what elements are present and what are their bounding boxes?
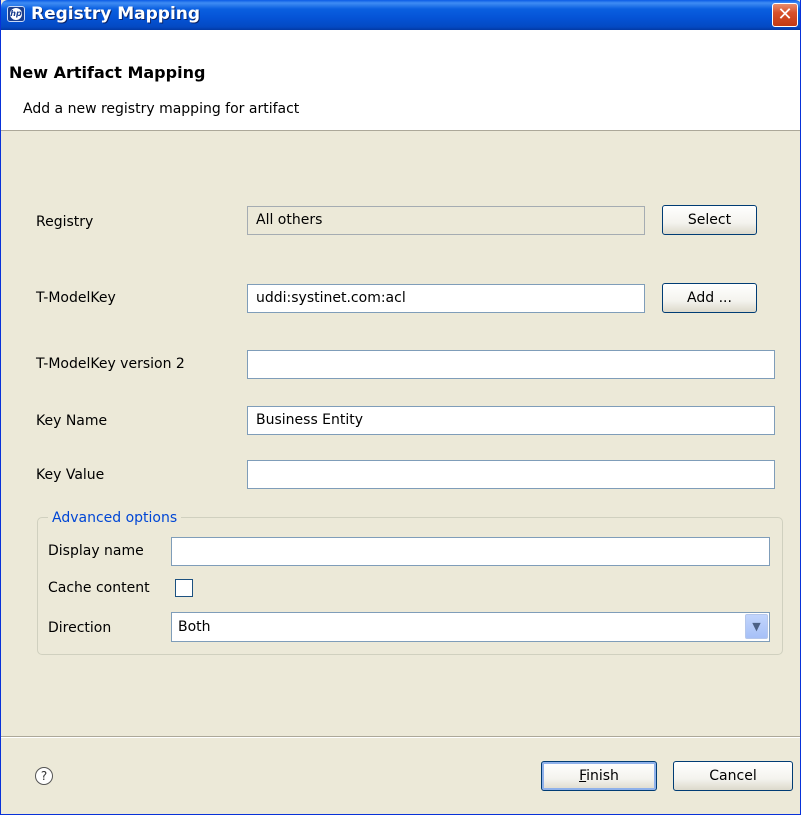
display-name-label: Display name — [48, 543, 144, 559]
direction-select[interactable]: Both — [171, 612, 770, 642]
hp-logo-icon: hp — [7, 6, 25, 22]
cache-content-label: Cache content — [48, 580, 150, 596]
advanced-options-legend: Advanced options — [48, 510, 182, 526]
tmodelkey-input[interactable]: uddi:systinet.com:acl — [247, 284, 645, 313]
finish-button[interactable]: Finish — [541, 761, 657, 791]
registry-label: Registry — [36, 214, 94, 230]
close-icon: ✕ — [777, 4, 793, 25]
key-value-input[interactable] — [247, 460, 775, 489]
select-button[interactable]: Select — [662, 205, 757, 235]
display-name-input[interactable] — [171, 537, 770, 566]
key-name-label: Key Name — [36, 413, 108, 429]
window-title: Registry Mapping — [31, 4, 201, 24]
close-button[interactable]: ✕ — [772, 3, 798, 27]
tmodelkey-v2-label: T-ModelKey version 2 — [36, 356, 185, 372]
footer-separator — [1, 736, 800, 738]
dialog-header: New Artifact Mapping Add a new registry … — [1, 30, 800, 131]
tmodelkey-label: T-ModelKey — [36, 290, 116, 306]
registry-field: All others — [247, 206, 645, 235]
key-value-label: Key Value — [36, 467, 105, 483]
cache-content-checkbox[interactable] — [175, 579, 193, 597]
help-icon[interactable]: ? — [35, 767, 53, 785]
title-bar[interactable]: hp Registry Mapping ✕ — [1, 0, 800, 30]
chevron-down-icon[interactable]: ▼ — [745, 614, 768, 639]
direction-value: Both — [178, 619, 211, 635]
finish-label: inish — [586, 768, 619, 784]
add-tmodelkey-button[interactable]: Add ... — [662, 283, 757, 313]
key-name-input[interactable]: Business Entity — [247, 406, 775, 435]
page-title: New Artifact Mapping — [9, 63, 206, 82]
cancel-button[interactable]: Cancel — [673, 761, 793, 791]
direction-label: Direction — [48, 620, 112, 636]
page-subtitle: Add a new registry mapping for artifact — [23, 101, 300, 117]
tmodelkey-v2-input[interactable] — [247, 350, 775, 379]
registry-mapping-dialog: hp Registry Mapping ✕ New Artifact Mappi… — [0, 0, 801, 815]
help-symbol: ? — [40, 769, 48, 783]
